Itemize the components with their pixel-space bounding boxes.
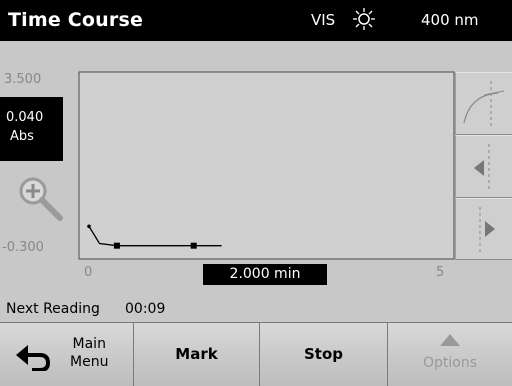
cursor-right-icon <box>479 207 495 255</box>
reading-value: 0.040 <box>6 110 44 125</box>
zoom-in-icon[interactable] <box>12 172 66 226</box>
y-min-label: -0.300 <box>2 240 44 255</box>
options-button[interactable]: Options <box>388 323 512 386</box>
options-label: Options <box>422 355 478 371</box>
stop-button[interactable]: Stop <box>260 323 388 386</box>
back-arrow-icon <box>16 345 50 371</box>
next-reading-label: Next Reading <box>6 301 100 317</box>
chevron-up-icon <box>440 334 460 346</box>
cursor-right-button[interactable] <box>455 198 512 260</box>
cursor-left-icon <box>474 144 490 192</box>
next-reading-timer: 00:09 <box>125 301 166 317</box>
mark-label: Mark <box>175 345 218 363</box>
marked-point-1 <box>113 242 120 249</box>
curve-view-button[interactable] <box>455 72 512 135</box>
first-point <box>87 224 91 229</box>
mark-button[interactable]: Mark <box>134 323 260 386</box>
x-max-label: 5 <box>436 265 445 280</box>
main-menu-button[interactable]: Main Menu <box>0 323 134 386</box>
main-menu-label: Main Menu <box>70 336 109 370</box>
y-max-label: 3.500 <box>4 72 42 87</box>
plot-frame <box>78 71 455 260</box>
cursor-time-display: 2.000 min <box>203 264 327 285</box>
reading-display: 0.040 Abs <box>0 97 63 161</box>
x-min-label: 0 <box>84 265 93 280</box>
curve-view-icon <box>463 81 505 129</box>
marked-point-2 <box>190 242 197 249</box>
bottom-toolbar: Main Menu Mark Stop Options <box>0 322 512 386</box>
reading-unit: Abs <box>10 129 34 144</box>
stop-label: Stop <box>303 345 344 363</box>
cursor-left-button[interactable] <box>455 135 512 198</box>
